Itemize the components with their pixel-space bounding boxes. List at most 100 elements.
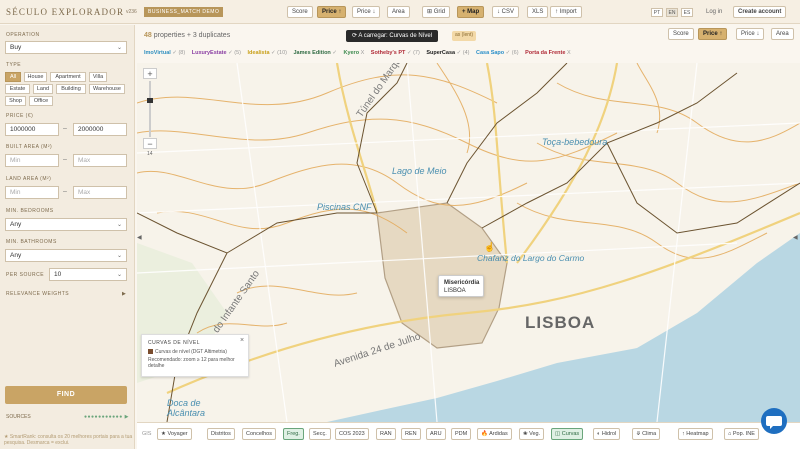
layer-freg-button[interactable]: Freg. [283, 428, 304, 440]
map-label-toca: Toça-bebedoura [542, 137, 608, 147]
layer-veg-button[interactable]: ❀ Veg. [519, 428, 545, 440]
map-view-button[interactable]: + Map [457, 6, 485, 18]
land-area-min-input[interactable]: Min [5, 186, 59, 199]
gis-label: GIS [142, 431, 152, 437]
type-chip-villa[interactable]: Villa [89, 72, 107, 82]
source-idealista[interactable]: Idealista ✓ (10) [248, 50, 287, 56]
min-bathrooms-select[interactable]: Any ⌄ [5, 249, 127, 262]
layer-clima-button[interactable]: ⤋ Clima [632, 428, 661, 440]
lang-pt-button[interactable]: PT [651, 8, 663, 17]
layer-cos2023-button[interactable]: COS 2023 [335, 428, 369, 440]
sort-score-button[interactable]: Score [287, 6, 313, 18]
sort-price-desc-button[interactable]: Price ↓ [352, 6, 381, 18]
zoom-slider-handle[interactable] [147, 98, 153, 103]
layer-voyager-button[interactable]: ★ Voyager [157, 428, 192, 440]
source-porta-da-frente[interactable]: Porta da Frente X [525, 50, 571, 56]
chat-button[interactable] [761, 408, 787, 434]
find-button[interactable]: FIND [5, 386, 127, 404]
results-sort-price-asc-button[interactable]: Price ↑ [698, 28, 728, 40]
map-label-lago: Lago de Meio [392, 166, 447, 176]
chat-icon [766, 416, 782, 429]
chevron-right-icon[interactable]: ▶ [122, 291, 126, 297]
sources-label: SOURCES [6, 414, 31, 420]
layer-ran-button[interactable]: RAN [376, 428, 396, 440]
xls-export-button[interactable]: XLS [527, 6, 549, 18]
land-area-label: LAND AREA (M²) [6, 176, 52, 182]
zoom-in-button[interactable]: + [143, 68, 157, 79]
price-min-input[interactable]: 1000000 [5, 123, 59, 136]
type-chip-land[interactable]: Land [33, 84, 53, 94]
csv-export-button[interactable]: ↓ CSV [492, 6, 520, 18]
legend-title: CURVAS DE NÍVEL [148, 340, 201, 346]
built-area-max-input[interactable]: Max [73, 154, 127, 167]
top-bar: SÉCULO EXPLORADOR v236 BUSINESS_MATCH DE… [0, 0, 800, 24]
source-casa-sapo[interactable]: Casa Sapo ✓ (6) [476, 50, 519, 56]
login-link[interactable]: Log in [706, 9, 722, 15]
range-separator: – [63, 156, 67, 163]
create-account-button[interactable]: Create account [733, 6, 787, 18]
collapse-sidebar-icon[interactable]: ◀ [137, 234, 142, 241]
source-kyero[interactable]: Kyero X [343, 50, 364, 56]
source-james-edition[interactable]: James Edition ✓ [294, 50, 337, 56]
layer-ardidas-button[interactable]: 🔥 Ardidas [477, 428, 512, 440]
import-button[interactable]: ↑ Import [550, 6, 582, 18]
zoom-slider-track[interactable] [149, 81, 151, 137]
per-source-label: PER SOURCE [6, 272, 45, 278]
cursor-pointer-icon: ☝ [484, 242, 496, 252]
close-icon[interactable]: × [240, 337, 244, 344]
results-sort-area-button[interactable]: Area [771, 28, 794, 40]
lang-en-button[interactable]: EN [666, 8, 678, 17]
layer-hidrol-button[interactable]: ◐ Hidrol [593, 428, 621, 440]
layer-secc-button[interactable]: Secç. [309, 428, 331, 440]
type-chip-shop[interactable]: Shop [5, 96, 26, 106]
smartrank-note: ★ SmartRank: consulta os 20 melhores por… [4, 434, 133, 446]
built-area-min-input[interactable]: Min [5, 154, 59, 167]
relevance-weights-toggle[interactable]: RELEVANCE WEIGHTS [6, 291, 69, 297]
per-source-select[interactable]: 10 ⌄ [49, 268, 127, 281]
type-chip-house[interactable]: House [24, 72, 47, 82]
sources-status-dots[interactable]: ●●●●●●●●●●● ▶ [84, 414, 129, 420]
min-bedrooms-select[interactable]: Any ⌄ [5, 218, 127, 231]
tooltip-subtitle: LISBOA [444, 288, 466, 294]
results-sort-score-button[interactable]: Score [668, 28, 694, 40]
type-chip-all[interactable]: All [5, 72, 21, 82]
type-chip-apartment[interactable]: Apartment [50, 72, 86, 82]
source-imovirtual[interactable]: ImoVirtual ✓ (8) [144, 50, 185, 56]
type-chip-building[interactable]: Building [56, 84, 86, 94]
expand-panel-icon[interactable]: ◀ [793, 234, 798, 241]
legend-swatch [148, 349, 153, 355]
type-chip-estate[interactable]: Estate [5, 84, 30, 94]
zoom-out-button[interactable]: − [143, 138, 157, 149]
source-supercasa[interactable]: SuperCasa ✓ (4) [426, 50, 469, 56]
sort-area-button[interactable]: Area [387, 6, 410, 18]
map-label-lisboa: LISBOA [525, 313, 596, 332]
legend-item: Curvas de nível (DGT Altimetria) [148, 349, 227, 355]
built-area-label: BUILT AREA (M²) [6, 144, 53, 150]
sort-price-asc-button[interactable]: Price ↑ [317, 6, 347, 18]
chevron-down-icon: ⌄ [116, 45, 122, 51]
range-separator: – [63, 125, 67, 132]
layer-concelhos-button[interactable]: Concelhos [242, 428, 276, 440]
layer-ren-button[interactable]: REN [401, 428, 421, 440]
chevron-down-icon: ⌄ [116, 253, 122, 259]
source-sothebys[interactable]: Sotheby's PT ✓ (7) [371, 50, 420, 56]
type-chip-office[interactable]: Office [29, 96, 53, 106]
source-luxuryestate[interactable]: LuxuryEstate ✓ (5) [192, 50, 241, 56]
chevron-down-icon: ⌄ [116, 222, 122, 228]
grid-view-button[interactable]: ⊞ Grid [422, 6, 451, 18]
parish-tooltip: Misericórdia LISBOA [438, 275, 484, 297]
operation-select[interactable]: Buy ⌄ [5, 41, 127, 54]
layer-distritos-button[interactable]: Distritos [207, 428, 235, 440]
layer-pdm-button[interactable]: PDM [451, 428, 472, 440]
results-sort-price-desc-button[interactable]: Price ↓ [736, 28, 765, 40]
layer-curvas-button[interactable]: ◫ Curvas [551, 428, 584, 440]
loading-toast: ⟳ A carregar: Curvas de Nível [346, 30, 439, 42]
price-max-input[interactable]: 2000000 [73, 123, 127, 136]
lang-es-button[interactable]: ES [681, 8, 693, 17]
layer-aru-button[interactable]: ARU [426, 428, 446, 440]
layer-pop-ine-button[interactable]: ⌂ Pop. INE [724, 428, 759, 440]
layer-heatmap-button[interactable]: ↑ Heatmap [678, 428, 713, 440]
type-label: TYPE [6, 62, 22, 68]
type-chip-warehouse[interactable]: Warehouse [89, 84, 125, 94]
land-area-max-input[interactable]: Max [73, 186, 127, 199]
